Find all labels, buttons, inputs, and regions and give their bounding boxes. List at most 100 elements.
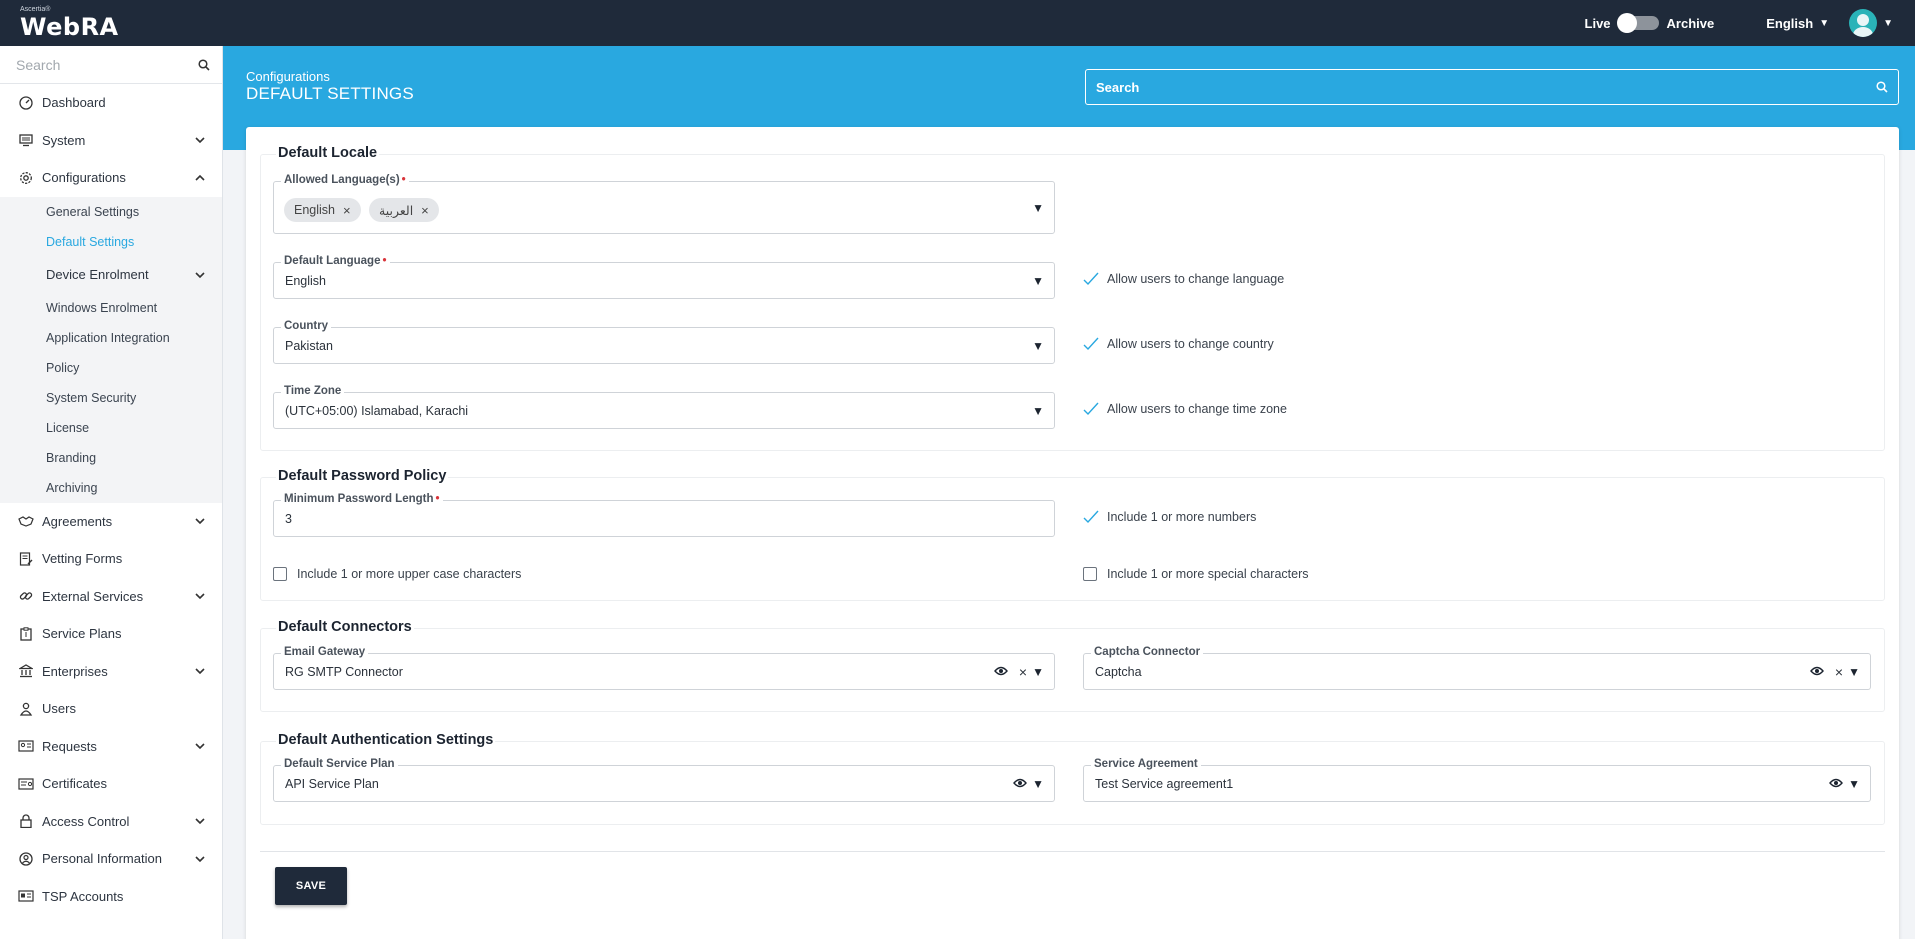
caret-down-icon[interactable]: ▼ xyxy=(1032,404,1044,418)
user-menu[interactable]: ▼ xyxy=(1849,9,1893,37)
allow-change-time-zone-option[interactable]: Allow users to change time zone xyxy=(1083,402,1287,416)
link-icon xyxy=(18,588,34,604)
sidebar-item-general-settings[interactable]: General Settings xyxy=(0,197,222,227)
caret-down-icon[interactable]: ▼ xyxy=(1032,665,1044,679)
include-upper-case-option[interactable]: Include 1 or more upper case characters xyxy=(273,567,521,581)
sidebar-item-default-settings[interactable]: Default Settings xyxy=(0,227,222,257)
sidebar-item-branding[interactable]: Branding xyxy=(0,443,222,473)
eye-icon[interactable] xyxy=(1013,777,1027,789)
checkmark-icon xyxy=(1083,272,1099,286)
option-label: Allow users to change time zone xyxy=(1107,402,1287,416)
search-icon[interactable] xyxy=(198,58,210,71)
section-title: Default Password Policy xyxy=(276,468,449,484)
caret-down-icon[interactable]: ▼ xyxy=(1032,201,1044,215)
sidebar-item-requests[interactable]: Requests xyxy=(0,728,222,766)
handshake-icon xyxy=(18,513,34,529)
default-language-select[interactable]: Default Language • English ▼ xyxy=(273,255,1055,299)
close-icon[interactable]: × xyxy=(421,203,429,218)
service-agreement-select[interactable]: Service Agreement Test Service agreement… xyxy=(1083,758,1871,802)
close-icon[interactable]: × xyxy=(343,203,351,218)
include-numbers-option[interactable]: Include 1 or more numbers xyxy=(1083,510,1256,524)
sidebar-item-personal-information[interactable]: Personal Information xyxy=(0,840,222,878)
caret-down-icon[interactable]: ▼ xyxy=(1032,274,1044,288)
allowed-languages-label: Allowed Language(s) xyxy=(284,174,400,186)
sidebar-item-users[interactable]: Users xyxy=(0,690,222,728)
min-password-length-input[interactable]: Minimum Password Length • 3 xyxy=(273,493,1055,537)
sidebar-item-access-control[interactable]: Access Control xyxy=(0,803,222,841)
sidebar-item-agreements[interactable]: Agreements xyxy=(0,503,222,541)
live-label: Live xyxy=(1584,15,1611,31)
sidebar-item-system-security[interactable]: System Security xyxy=(0,383,222,413)
caret-down-icon[interactable]: ▼ xyxy=(1032,777,1044,791)
email-gateway-select[interactable]: Email Gateway RG SMTP Connector × ▼ xyxy=(273,646,1055,690)
clear-icon[interactable]: × xyxy=(1019,664,1027,680)
eye-icon[interactable] xyxy=(1829,777,1843,789)
sidebar-item-vetting-forms[interactable]: Vetting Forms xyxy=(0,540,222,578)
service-agreement-value: Test Service agreement1 xyxy=(1095,777,1234,791)
sidebar-item-certificates[interactable]: Certificates xyxy=(0,765,222,803)
eye-icon[interactable] xyxy=(1810,665,1824,677)
live-archive-toggle[interactable] xyxy=(1616,13,1659,33)
sidebar-item-application-integration[interactable]: Application Integration xyxy=(0,323,222,353)
sidebar-item-system[interactable]: System xyxy=(0,122,222,160)
field-label: Default Service Plan xyxy=(281,758,398,770)
user-icon xyxy=(18,701,34,717)
sidebar-search-input[interactable] xyxy=(16,56,198,73)
sidebar-item-device-enrolment[interactable]: Device Enrolment xyxy=(0,257,222,293)
sidebar-item-label: Certificates xyxy=(42,776,108,792)
country-select[interactable]: Country Pakistan ▼ xyxy=(273,320,1055,364)
search-icon[interactable] xyxy=(1876,81,1888,93)
default-service-plan-select[interactable]: Default Service Plan API Service Plan ▼ xyxy=(273,758,1055,802)
language-dropdown[interactable]: English ▼ xyxy=(1766,16,1829,31)
caret-down-icon[interactable]: ▼ xyxy=(1032,339,1044,353)
sidebar-item-license[interactable]: License xyxy=(0,413,222,443)
header-search xyxy=(1085,69,1899,105)
sidebar-item-label: External Services xyxy=(42,588,144,604)
gear-icon xyxy=(18,170,34,186)
checkmark-icon xyxy=(1083,337,1099,351)
email-gateway-value: RG SMTP Connector xyxy=(285,665,403,679)
option-label: Allow users to change country xyxy=(1107,337,1274,351)
section-password-policy: Default Password Policy Minimum Password… xyxy=(260,468,1885,601)
clear-icon[interactable]: × xyxy=(1835,664,1843,680)
field-label: Allowed Language(s) • xyxy=(281,174,409,186)
sidebar-item-dashboard[interactable]: Dashboard xyxy=(0,84,222,122)
sidebar-item-service-plans[interactable]: Service Plans xyxy=(0,615,222,653)
option-label: Allow users to change language xyxy=(1107,272,1285,286)
sidebar-item-external-services[interactable]: External Services xyxy=(0,578,222,616)
header-search-input[interactable] xyxy=(1096,79,1876,95)
allowed-languages-select[interactable]: Allowed Language(s) • English × العربية × ▼ xyxy=(273,174,1055,234)
sidebar-item-policy[interactable]: Policy xyxy=(0,353,222,383)
sidebar-item-enterprises[interactable]: Enterprises xyxy=(0,653,222,691)
sidebar-item-label: Configurations xyxy=(42,170,126,186)
sidebar-item-configurations[interactable]: Configurations xyxy=(0,159,222,197)
checkbox[interactable] xyxy=(273,567,287,581)
chevron-down-icon xyxy=(195,271,205,278)
allow-change-country-option[interactable]: Allow users to change country xyxy=(1083,337,1274,351)
sidebar-item-windows-enrolment[interactable]: Windows Enrolment xyxy=(0,293,222,323)
default-service-plan-value: API Service Plan xyxy=(285,777,379,791)
breadcrumb[interactable]: Configurations xyxy=(246,69,330,84)
chevron-down-icon xyxy=(195,668,205,675)
certificate-icon xyxy=(18,776,34,792)
caret-down-icon[interactable]: ▼ xyxy=(1848,665,1860,679)
field-label: Country xyxy=(281,320,332,332)
page-title: DEFAULT SETTINGS xyxy=(246,84,414,103)
section-default-connectors: Default Connectors Email Gateway RG SMTP… xyxy=(260,619,1885,712)
checkbox[interactable] xyxy=(1083,567,1097,581)
sidebar-item-archiving[interactable]: Archiving xyxy=(0,473,222,503)
sidebar-item-label: Agreements xyxy=(42,513,113,529)
allow-change-language-option[interactable]: Allow users to change language xyxy=(1083,272,1284,286)
option-label: Include 1 or more numbers xyxy=(1107,510,1257,524)
section-title: Default Locale xyxy=(276,145,380,161)
save-button[interactable]: SAVE xyxy=(275,867,347,905)
captcha-connector-select[interactable]: Captcha Connector Captcha × ▼ xyxy=(1083,646,1871,690)
settings-card: Default Locale Allowed Language(s) • Engl… xyxy=(246,127,1899,939)
include-special-option[interactable]: Include 1 or more special characters xyxy=(1083,567,1308,581)
section-default-locale: Default Locale Allowed Language(s) • Engl… xyxy=(260,145,1885,451)
sidebar-item-tsp-accounts[interactable]: TSP Accounts xyxy=(0,878,222,916)
eye-icon[interactable] xyxy=(994,665,1008,677)
time-zone-select[interactable]: Time Zone (UTC+05:00) Islamabad, Karachi… xyxy=(273,385,1055,429)
caret-down-icon[interactable]: ▼ xyxy=(1848,777,1860,791)
app-logo[interactable]: Ascertia® WebRA xyxy=(20,6,119,40)
